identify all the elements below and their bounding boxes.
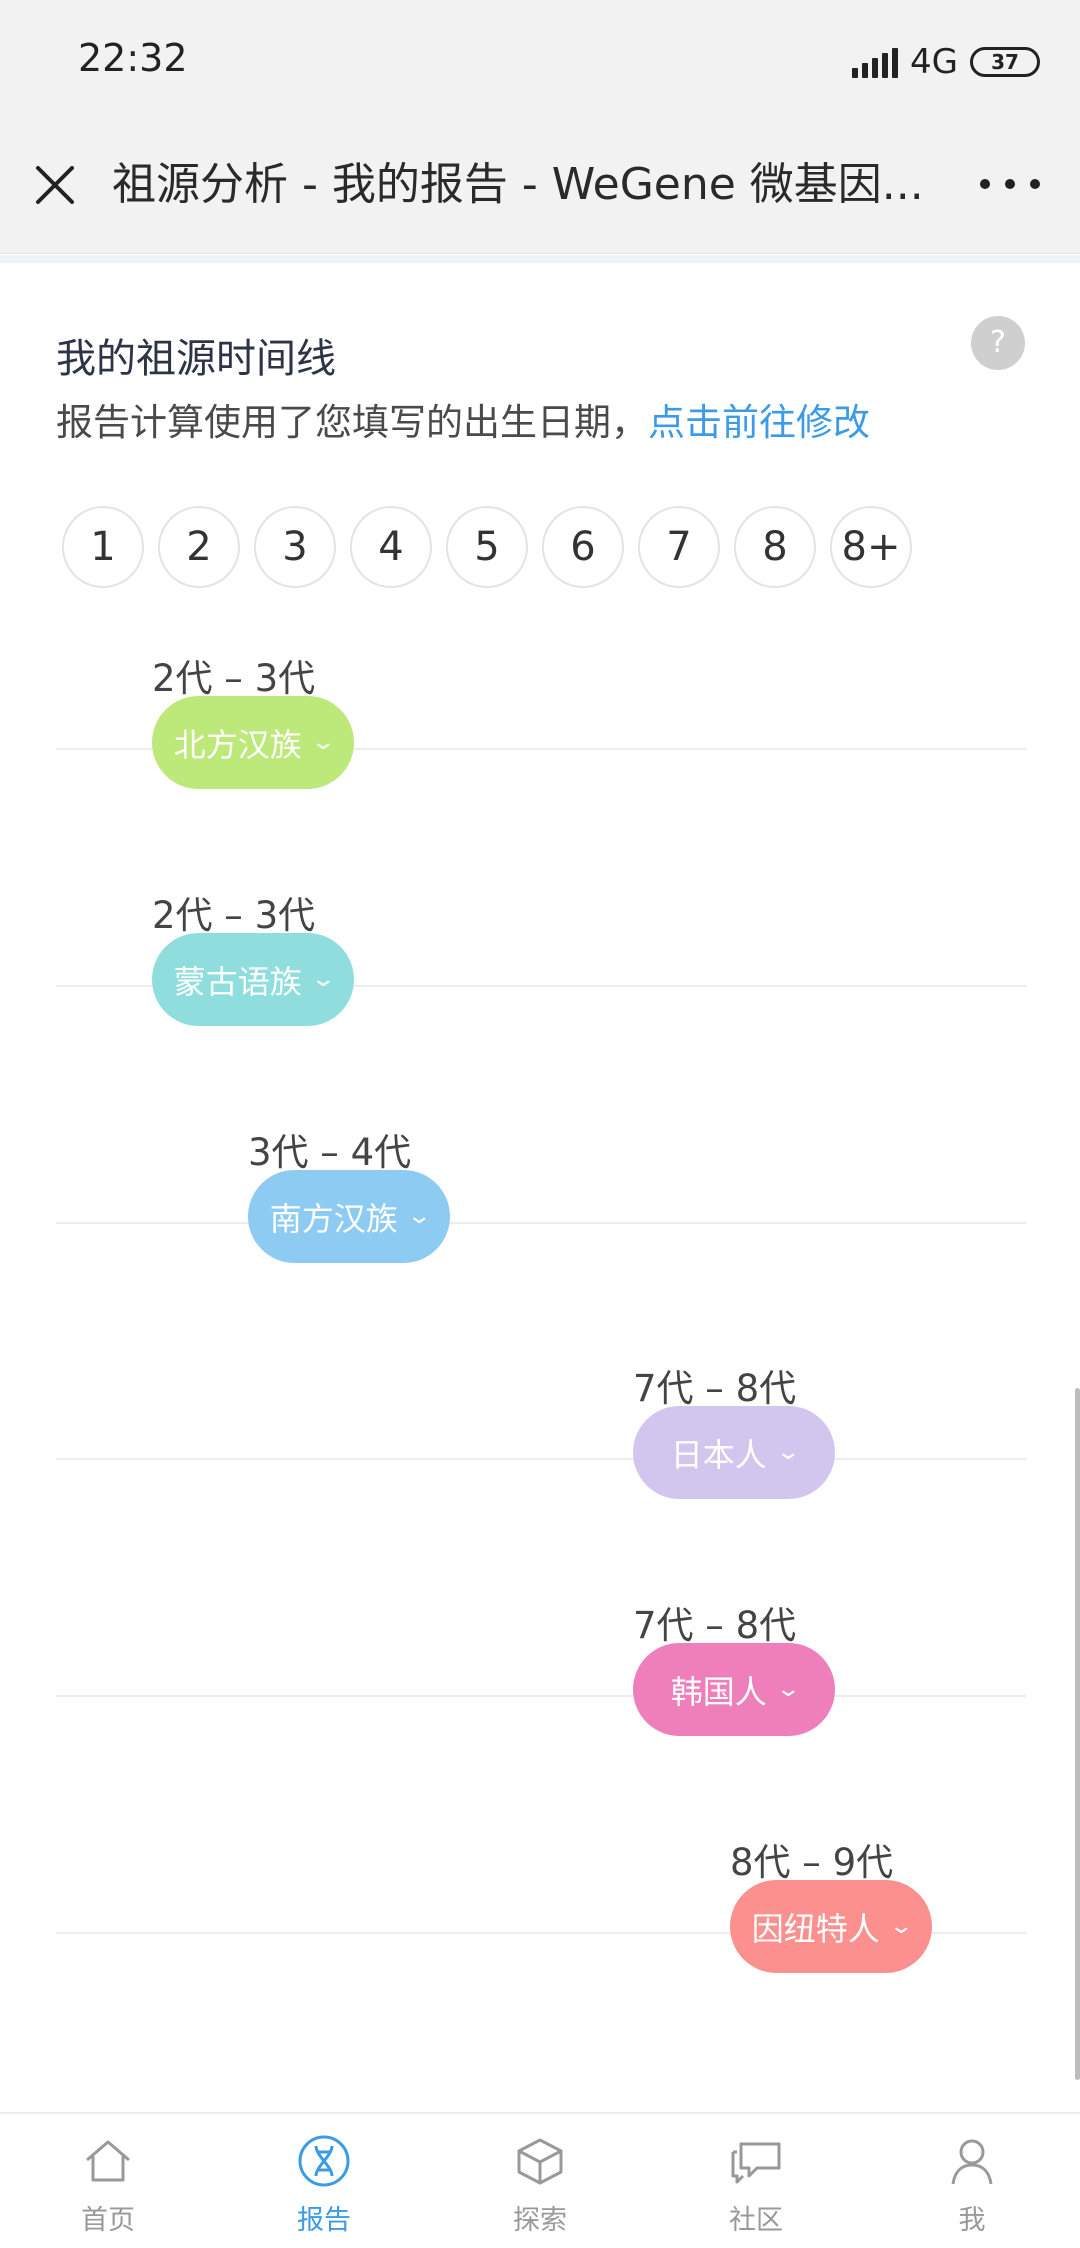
timeline-row: 3代 – 4代 南方汉族 ⌄ <box>0 1122 1080 1302</box>
ancestry-label: 韩国人 <box>670 1672 767 1711</box>
cube-icon <box>517 2138 563 2185</box>
generation-button[interactable]: 5 <box>446 506 528 588</box>
edit-birthdate-link[interactable]: 点击前往修改 <box>648 401 870 444</box>
page-title: 祖源分析 - 我的报告 - WeGene 微基因... <box>112 159 924 210</box>
subtitle-text: 报告计算使用了您填写的出生日期， <box>56 401 648 444</box>
help-icon[interactable]: ? <box>971 316 1025 370</box>
dna-icon <box>298 2135 350 2187</box>
generation-range: 7代 – 8代 <box>633 1367 797 1410</box>
ancestry-label: 日本人 <box>670 1435 767 1474</box>
nav-label: 探索 <box>513 2205 567 2236</box>
ancestry-pill-south-han[interactable]: 南方汉族 ⌄ <box>248 1170 450 1263</box>
ancestry-pill-north-han[interactable]: 北方汉族 ⌄ <box>152 696 354 789</box>
generation-button[interactable]: 4 <box>350 506 432 588</box>
generation-button[interactable]: 1 <box>62 506 144 588</box>
generation-button[interactable]: 8 <box>734 506 816 588</box>
chevron-down-icon: ⌄ <box>310 730 336 755</box>
nav-item-home[interactable]: 首页 <box>0 2114 216 2248</box>
user-icon <box>951 2139 993 2185</box>
close-icon[interactable] <box>30 160 80 210</box>
ancestry-label: 南方汉族 <box>269 1199 398 1238</box>
nav-label: 我 <box>958 2205 986 2236</box>
ancestry-pill-korean[interactable]: 韩国人 ⌄ <box>633 1643 835 1736</box>
ancestry-pill-japanese[interactable]: 日本人 ⌄ <box>633 1406 835 1499</box>
ancestry-pill-mongolic[interactable]: 蒙古语族 ⌄ <box>152 933 354 1026</box>
battery-icon: 37 <box>970 47 1040 77</box>
status-time: 22:32 <box>78 36 188 80</box>
subtitle: 报告计算使用了您填写的出生日期，点击前往修改 <box>56 392 870 446</box>
section-title: 我的祖源时间线 <box>56 336 336 382</box>
generation-range: 7代 – 8代 <box>633 1604 797 1647</box>
chevron-down-icon: ⌄ <box>775 1677 801 1702</box>
generation-range: 2代 – 3代 <box>152 894 316 937</box>
chevron-down-icon: ⌄ <box>406 1204 432 1229</box>
timeline-line <box>56 1222 1026 1224</box>
generation-button[interactable]: 2 <box>158 506 240 588</box>
signal-icon <box>852 46 899 78</box>
nav-item-me[interactable]: 我 <box>864 2114 1080 2248</box>
generation-selector: 1 2 3 4 5 6 7 8 8+ <box>62 506 912 588</box>
generation-range: 3代 – 4代 <box>248 1131 412 1174</box>
nav-label: 社区 <box>729 2205 783 2236</box>
nav-label: 首页 <box>81 2205 135 2236</box>
status-indicators: 4G 37 <box>852 40 1040 84</box>
nav-item-report[interactable]: 报告 <box>216 2114 432 2248</box>
chevron-down-icon: ⌄ <box>888 1914 914 1939</box>
home-icon <box>86 2140 130 2182</box>
nav-item-explore[interactable]: 探索 <box>432 2114 648 2248</box>
bottom-nav: 首页 报告 探索 社区 我 <box>0 2112 1080 2248</box>
divider <box>0 255 1080 263</box>
chat-icon <box>731 2142 781 2184</box>
timeline-line <box>56 1695 1026 1697</box>
network-label: 4G <box>910 42 958 82</box>
timeline-row: 7代 – 8代 韩国人 ⌄ <box>0 1595 1080 1775</box>
timeline-row: 7代 – 8代 日本人 ⌄ <box>0 1358 1080 1538</box>
generation-button[interactable]: 3 <box>254 506 336 588</box>
ancestry-label: 因纽特人 <box>751 1909 880 1948</box>
generation-range: 8代 – 9代 <box>730 1841 894 1884</box>
chevron-down-icon: ⌄ <box>310 967 336 992</box>
ancestry-pill-inuit[interactable]: 因纽特人 ⌄ <box>730 1880 932 1973</box>
timeline-row: 8代 – 9代 因纽特人 ⌄ <box>0 1832 1080 2012</box>
generation-button[interactable]: 7 <box>638 506 720 588</box>
timeline-row: 2代 – 3代 蒙古语族 ⌄ <box>0 885 1080 1065</box>
nav-label: 报告 <box>297 2205 351 2236</box>
scrollbar[interactable] <box>1075 1388 1080 2080</box>
generation-button[interactable]: 8+ <box>830 506 912 588</box>
timeline-line <box>56 1458 1026 1460</box>
more-icon[interactable] <box>980 164 1040 204</box>
ancestry-label: 北方汉族 <box>173 725 302 764</box>
generation-button[interactable]: 6 <box>542 506 624 588</box>
timeline-row: 2代 – 3代 北方汉族 ⌄ <box>0 648 1080 828</box>
ancestry-label: 蒙古语族 <box>173 962 302 1001</box>
chevron-down-icon: ⌄ <box>775 1440 801 1465</box>
title-bar: 祖源分析 - 我的报告 - WeGene 微基因... <box>0 124 1080 254</box>
status-bar: 22:32 4G 37 <box>0 0 1080 124</box>
generation-range: 2代 – 3代 <box>152 657 316 700</box>
nav-item-community[interactable]: 社区 <box>648 2114 864 2248</box>
